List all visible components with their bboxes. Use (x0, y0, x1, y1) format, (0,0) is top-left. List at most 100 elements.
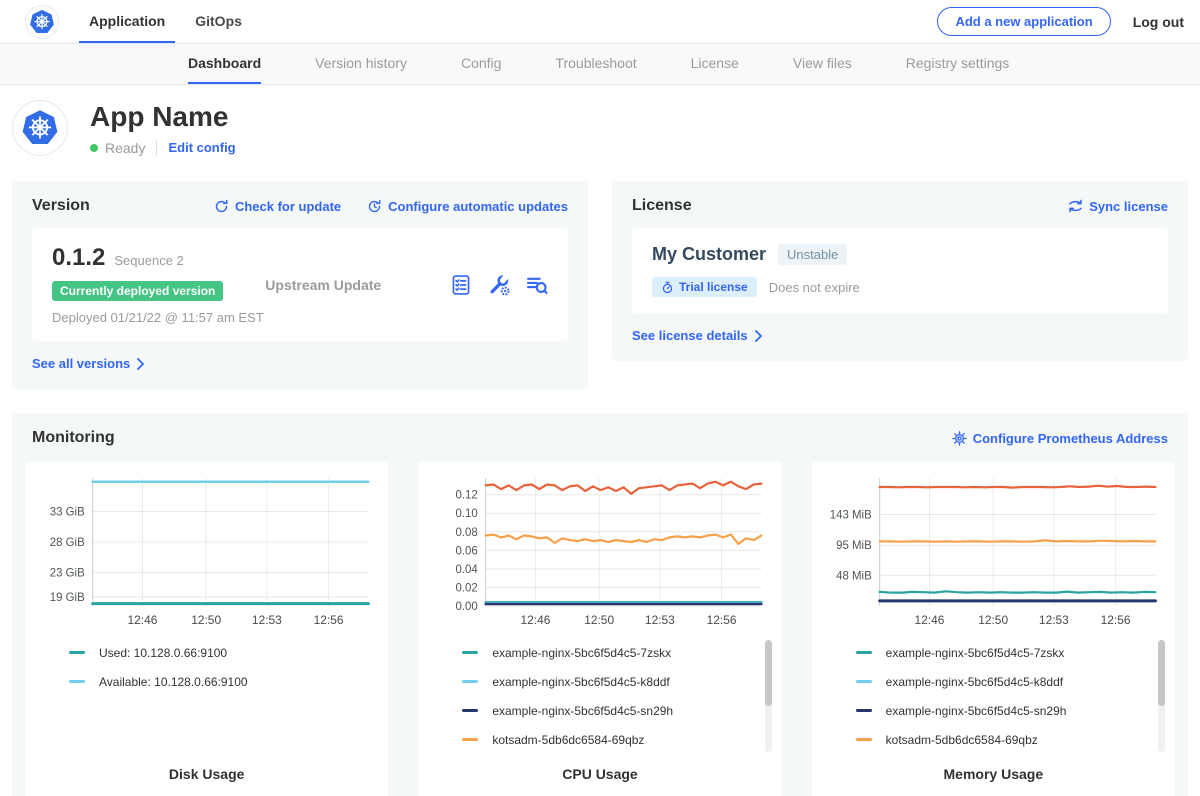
configure-automatic-updates-link[interactable]: Configure automatic updates (367, 199, 568, 214)
top-nav-right: Add a new application Log out (937, 0, 1184, 43)
svg-text:12:46: 12:46 (521, 613, 551, 627)
legend-item[interactable]: example-nginx-5bc6f5d4c5-k8ddf (462, 667, 781, 696)
legend-item[interactable]: example-nginx-5bc6f5d4c5-k8ddf (856, 667, 1175, 696)
cpu-usage-chart: 12:4612:5012:5312:560.120.100.080.060.04… (418, 472, 781, 632)
svg-text:12:56: 12:56 (314, 613, 344, 627)
customer-name: My Customer (652, 244, 766, 265)
cpu-usage-panel: 12:4612:5012:5312:560.120.100.080.060.04… (418, 462, 781, 796)
see-license-details-link[interactable]: See license details (632, 328, 763, 343)
sync-license-link[interactable]: Sync license (1068, 199, 1168, 214)
edit-config-link[interactable]: Edit config (168, 140, 235, 155)
legend-item[interactable]: example-nginx-5bc6f5d4c5-sn29h (856, 696, 1175, 725)
license-type-badge: Trial license (652, 277, 757, 297)
legend-dash (856, 680, 872, 683)
see-all-versions-link[interactable]: See all versions (32, 356, 145, 371)
tab-license[interactable]: License (691, 44, 739, 84)
monitoring-card: Monitoring Configure Prometheus Address … (12, 413, 1188, 796)
legend-label: example-nginx-5bc6f5d4c5-7zskx (492, 646, 671, 660)
app-nav: Dashboard Version history Config Troublesho… (0, 44, 1200, 85)
top-nav: ApplicationGitOps Add a new application … (0, 0, 1200, 44)
edit-config-wrench-icon[interactable] (488, 274, 510, 296)
svg-text:0.02: 0.02 (456, 582, 478, 594)
svg-text:33 GiB: 33 GiB (50, 507, 85, 519)
top-tab-application[interactable]: Application (79, 0, 175, 43)
svg-text:23 GiB: 23 GiB (50, 567, 85, 579)
svg-text:12:53: 12:53 (1039, 613, 1069, 627)
gear-icon (952, 431, 967, 446)
legend-item[interactable]: kotsadm-5db6dc6584-69qbz (856, 725, 1175, 754)
svg-text:12:46: 12:46 (128, 613, 158, 627)
tab-view-files[interactable]: View files (793, 44, 852, 84)
app-header: App Name Ready Edit config (0, 85, 1200, 173)
monitoring-title: Monitoring (32, 429, 115, 447)
clock-refresh-icon (367, 199, 382, 214)
chevron-right-icon (754, 330, 763, 342)
svg-text:48 MiB: 48 MiB (836, 570, 872, 582)
configure-prometheus-link[interactable]: Configure Prometheus Address (952, 431, 1168, 446)
chart-title: Disk Usage (25, 766, 388, 796)
stopwatch-icon (661, 281, 674, 294)
svg-text:0.08: 0.08 (456, 527, 478, 539)
legend-dash (462, 651, 478, 654)
license-expiry: Does not expire (769, 280, 860, 295)
license-card: License Sync license My Customer Unstabl… (612, 181, 1188, 361)
tab-config[interactable]: Config (461, 44, 501, 84)
scrollbar-thumb[interactable] (1158, 640, 1165, 706)
check-for-update-link[interactable]: Check for update (214, 199, 341, 214)
chart-title: Memory Usage (812, 766, 1175, 796)
kubernetes-logo-icon[interactable] (25, 5, 59, 39)
legend-dash (856, 709, 872, 712)
divider (156, 141, 157, 155)
chevron-right-icon (136, 358, 145, 370)
preflight-checks-icon[interactable] (450, 274, 472, 296)
legend-label: kotsadm-5db6dc6584-69qbz (492, 733, 644, 747)
svg-text:12:50: 12:50 (191, 613, 221, 627)
legend-scrollbar[interactable] (1158, 640, 1165, 752)
legend-label: example-nginx-5bc6f5d4c5-sn29h (492, 704, 673, 718)
app-status: Ready (105, 140, 145, 156)
legend: example-nginx-5bc6f5d4c5-7zskx example-ng… (418, 638, 781, 756)
scrollbar-thumb[interactable] (765, 640, 772, 706)
version-sequence: Sequence 2 (114, 253, 183, 268)
svg-text:12:50: 12:50 (585, 613, 615, 627)
svg-text:0.00: 0.00 (456, 601, 478, 613)
legend-label: example-nginx-5bc6f5d4c5-k8ddf (886, 675, 1063, 689)
svg-text:0.10: 0.10 (456, 508, 478, 520)
tab-dashboard[interactable]: Dashboard (188, 44, 261, 84)
sync-icon (1068, 199, 1083, 213)
memory-usage-panel: 12:4612:5012:5312:56143 MiB95 MiB48 MiBe… (812, 462, 1175, 796)
top-tab-gitops[interactable]: GitOps (185, 0, 252, 43)
channel-badge: Unstable (778, 244, 847, 265)
svg-text:143 MiB: 143 MiB (829, 509, 871, 521)
logout-link[interactable]: Log out (1133, 14, 1184, 30)
svg-text:12:53: 12:53 (645, 613, 675, 627)
legend-dash (69, 680, 85, 683)
legend-dash (856, 651, 872, 654)
legend-label: Available: 10.128.0.66:9100 (99, 675, 248, 689)
legend-dash (856, 738, 872, 741)
legend-dash (69, 651, 85, 654)
page-title: App Name (90, 101, 236, 133)
status-dot (90, 144, 98, 152)
view-logs-icon[interactable] (526, 274, 548, 296)
legend-item[interactable]: example-nginx-5bc6f5d4c5-sn29h (462, 696, 781, 725)
update-type-label: Upstream Update (265, 277, 450, 293)
svg-text:0.04: 0.04 (456, 564, 479, 576)
legend-item[interactable]: example-nginx-5bc6f5d4c5-7zskx (462, 638, 781, 667)
legend-dash (462, 738, 478, 741)
svg-text:12:46: 12:46 (914, 613, 944, 627)
legend-item[interactable]: example-nginx-5bc6f5d4c5-7zskx (856, 638, 1175, 667)
legend-item[interactable]: kotsadm-5db6dc6584-69qbz (462, 725, 781, 754)
svg-text:95 MiB: 95 MiB (836, 540, 872, 552)
legend-item[interactable]: Available: 10.128.0.66:9100 (69, 667, 388, 696)
tab-registry-settings[interactable]: Registry settings (906, 44, 1009, 84)
legend-label: kotsadm-5db6dc6584-69qbz (886, 733, 1038, 747)
chart-title: CPU Usage (418, 766, 781, 796)
tab-troubleshoot[interactable]: Troubleshoot (555, 44, 636, 84)
legend-item[interactable]: Used: 10.128.0.66:9100 (69, 638, 388, 667)
disk-usage-chart: 12:4612:5012:5312:5633 GiB28 GiB23 GiB19… (25, 472, 388, 632)
legend: Used: 10.128.0.66:9100 Available: 10.128.… (25, 638, 388, 756)
add-application-button[interactable]: Add a new application (937, 7, 1110, 36)
tab-version-history[interactable]: Version history (315, 44, 407, 84)
legend-scrollbar[interactable] (765, 640, 772, 752)
